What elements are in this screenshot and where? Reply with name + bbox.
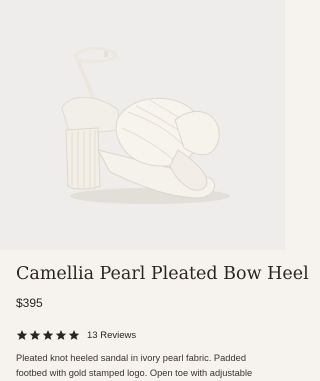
product-price: $395 xyxy=(16,296,43,310)
rating-row[interactable]: 13 Reviews xyxy=(16,328,136,342)
star-icon xyxy=(29,330,41,340)
product-description: Pleated knot heeled sandal in ivory pear… xyxy=(16,353,253,378)
star-icon xyxy=(42,330,54,340)
star-icon xyxy=(68,330,80,340)
star-icon xyxy=(55,330,67,340)
reviews-link[interactable]: 13 Reviews xyxy=(87,330,136,341)
product-image[interactable] xyxy=(0,0,285,250)
star-rating xyxy=(16,329,80,341)
sandal-illustration xyxy=(61,46,230,204)
star-icon xyxy=(16,330,28,340)
product-title: Camellia Pearl Pleated Bow Heel xyxy=(16,264,309,284)
